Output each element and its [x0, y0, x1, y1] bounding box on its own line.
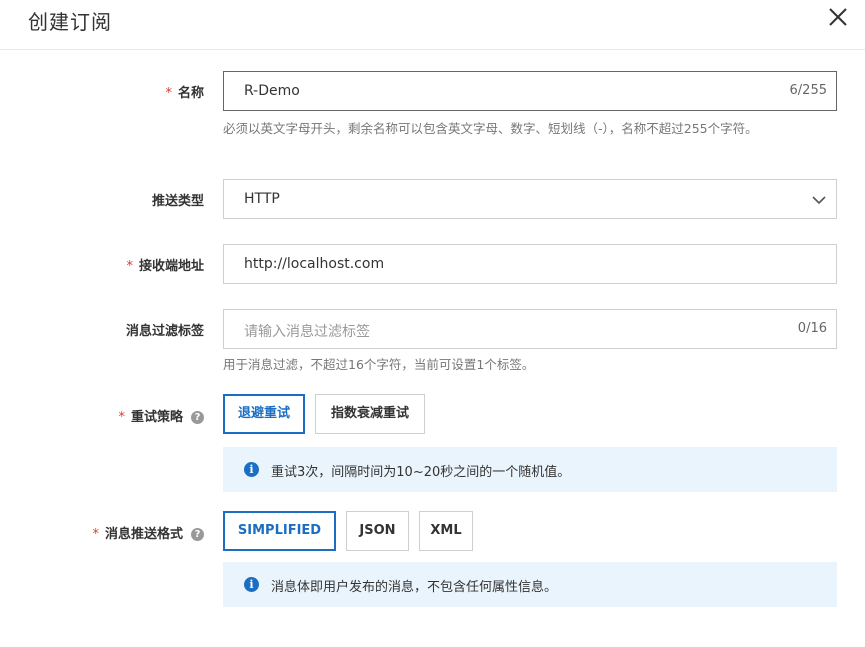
name-char-counter: 6/255: [789, 83, 827, 98]
name-value: R-Demo: [244, 83, 300, 99]
format-xml-button[interactable]: XML: [419, 511, 473, 551]
filter-tag-placeholder: 请输入消息过滤标签: [244, 324, 370, 340]
filter-tag-hint: 用于消息过滤，不超过16个字符，当前可设置1个标签。: [223, 357, 535, 372]
close-icon[interactable]: [825, 4, 851, 30]
format-info-text: 消息体即用户发布的消息，不包含任何属性信息。: [271, 580, 558, 595]
filter-tag-input[interactable]: 请输入消息过滤标签 0/16: [223, 309, 837, 349]
push-type-select[interactable]: HTTP: [223, 179, 837, 219]
retry-policy-label: * 重试策略?: [118, 406, 204, 425]
help-icon[interactable]: ?: [191, 411, 204, 424]
name-hint: 必须以英文字母开头，剩余名称可以包含英文字母、数字、短划线（-），名称不超过25…: [223, 121, 758, 136]
info-icon: i: [244, 462, 259, 477]
chevron-down-icon: [812, 192, 826, 206]
retry-info-box: i 重试3次，间隔时间为10~20秒之间的一个随机值。: [223, 447, 837, 492]
filter-tag-char-counter: 0/16: [797, 321, 827, 336]
push-type-label: 推送类型: [151, 194, 204, 209]
endpoint-input[interactable]: http://localhost.com: [223, 244, 837, 284]
retry-backoff-button[interactable]: 退避重试: [223, 394, 305, 434]
message-format-label: * 消息推送格式?: [92, 523, 204, 542]
format-info-box: i 消息体即用户发布的消息，不包含任何属性信息。: [223, 562, 837, 607]
required-mark: *: [165, 86, 172, 101]
name-label: * 名称: [165, 86, 204, 101]
filter-tag-label: 消息过滤标签: [125, 324, 204, 339]
endpoint-value: http://localhost.com: [244, 256, 385, 272]
dialog-header: 创建订阅: [0, 0, 865, 50]
name-input[interactable]: R-Demo 6/255: [223, 71, 837, 111]
format-json-button[interactable]: JSON: [346, 511, 409, 551]
endpoint-label: * 接收端地址: [126, 259, 204, 274]
push-type-value: HTTP: [244, 191, 280, 207]
retry-info-text: 重试3次，间隔时间为10~20秒之间的一个随机值。: [271, 465, 571, 480]
help-icon[interactable]: ?: [191, 528, 204, 541]
info-icon: i: [244, 577, 259, 592]
format-simplified-button[interactable]: SIMPLIFIED: [223, 511, 336, 551]
retry-exponential-button[interactable]: 指数衰减重试: [315, 394, 425, 434]
dialog-title: 创建订阅: [28, 10, 112, 34]
